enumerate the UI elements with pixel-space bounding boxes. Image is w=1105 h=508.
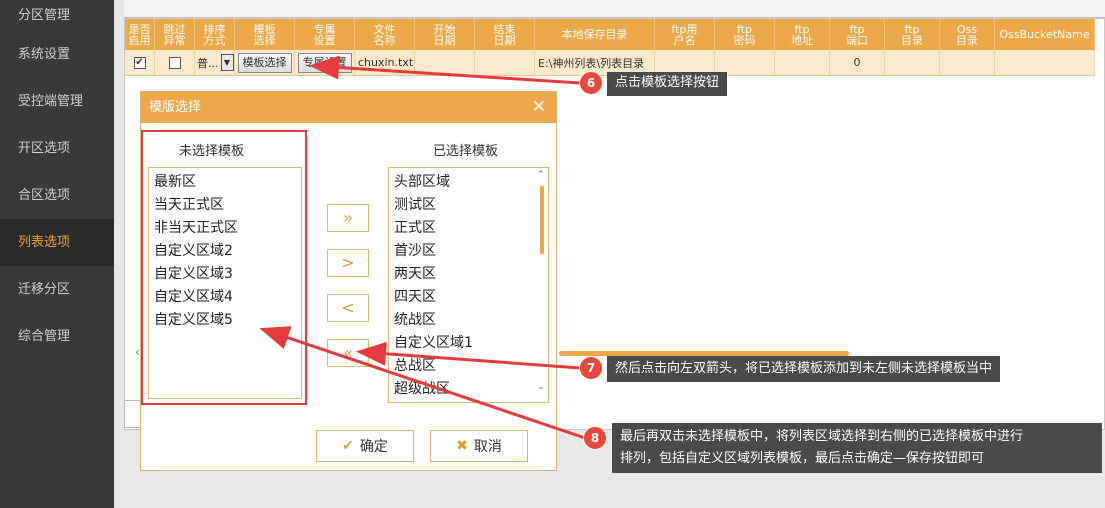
- sort-value: 普...: [197, 56, 219, 70]
- table-header: 是否 启用 跳过 异常 排序 方式 模板 选择 专属 设置 文件 名称 开始 日…: [125, 19, 1095, 50]
- selected-list-item[interactable]: 两天区: [389, 263, 548, 286]
- col-end-date: 结束 日期: [475, 19, 535, 50]
- selected-list-item[interactable]: 正式区: [389, 217, 548, 240]
- col-sort: 排序 方式: [195, 19, 235, 50]
- sidebar-item-partition[interactable]: 分区管理: [0, 0, 114, 31]
- col-ftp-port: ftp 端口: [830, 19, 885, 50]
- cancel-label: 取消: [473, 439, 502, 455]
- sidebar-item-open[interactable]: 开区选项: [0, 125, 114, 172]
- cell-start-date[interactable]: [415, 50, 475, 75]
- cell-sort: 普... ▼: [195, 50, 235, 75]
- col-skip: 跳过 异常: [155, 19, 195, 50]
- highlight-frame: [141, 130, 307, 405]
- col-ftp-user: ftp用 户名: [655, 19, 715, 50]
- col-ftp-password: ftp 密码: [715, 19, 775, 50]
- close-icon[interactable]: ✕: [532, 92, 546, 123]
- move-left-button[interactable]: <: [327, 294, 369, 322]
- exclusive-settings-button[interactable]: 专属设置: [297, 52, 352, 73]
- move-all-left-button[interactable]: «: [327, 339, 369, 367]
- sidebar-item-list[interactable]: 列表选项: [0, 219, 114, 266]
- cell-oss-dir[interactable]: [940, 50, 995, 75]
- sidebar-item-system[interactable]: 系统设置: [0, 31, 114, 78]
- col-start-date: 开始 日期: [415, 19, 475, 50]
- x-icon: ✖: [456, 438, 468, 454]
- callout-8-line2: 排列，包括自定义区域列表模板，最后点击确定—保存按钮即可: [620, 451, 985, 466]
- cell-filename[interactable]: chuxin.txt: [355, 50, 415, 75]
- selected-list-item[interactable]: 总战区: [389, 355, 548, 378]
- selected-title: 已选择模板: [433, 144, 499, 159]
- sidebar: 分区管理 系统设置 受控端管理 开区选项 合区选项 列表选项 迁移分区 综合管理: [0, 0, 114, 508]
- panel-top-bar: [124, 0, 1105, 18]
- step-badge-8: 8: [583, 426, 607, 450]
- selected-list-item[interactable]: 四天区: [389, 286, 548, 309]
- move-all-right-button[interactable]: »: [327, 204, 369, 232]
- sidebar-item-controlled[interactable]: 受控端管理: [0, 78, 114, 125]
- col-ftp-dir: ftp 目录: [885, 19, 940, 50]
- col-ftp-address: ftp 地址: [775, 19, 830, 50]
- col-exclusive: 专属 设置: [295, 19, 355, 50]
- col-filename: 文件 名称: [355, 19, 415, 50]
- enabled-checkbox[interactable]: ✔: [133, 56, 146, 69]
- cell-ftp-dir[interactable]: [885, 50, 940, 75]
- selected-list-item[interactable]: 超级战区: [389, 378, 548, 401]
- col-template: 模板 选择: [235, 19, 295, 50]
- cancel-button[interactable]: ✖ 取消: [430, 430, 528, 462]
- col-oss-bucket: OssBucketName: [995, 19, 1095, 50]
- sidebar-item-migrate[interactable]: 迁移分区: [0, 266, 114, 313]
- move-right-button[interactable]: >: [327, 249, 369, 277]
- scroll-down-icon[interactable]: ⌄: [537, 382, 545, 392]
- check-icon: ✔: [342, 438, 354, 454]
- callout-8: 最后再双击未选择模板中，将列表区域选择到右侧的已选择模板中进行 排列，包括自定义…: [612, 423, 1102, 473]
- cell-ftp-port[interactable]: 0: [830, 50, 885, 75]
- selected-list-item[interactable]: 首沙区: [389, 240, 548, 263]
- sort-select[interactable]: 普... ▼: [197, 54, 234, 71]
- vertical-scrollbar[interactable]: ⌃ ⌄: [537, 170, 546, 392]
- confirm-label: 确定: [359, 439, 388, 455]
- scroll-up-icon[interactable]: ⌃: [537, 170, 545, 180]
- selected-list-item[interactable]: 自定义区域1: [389, 332, 548, 355]
- col-enabled: 是否 启用: [125, 19, 155, 50]
- callout-7: 然后点击向左双箭头，将已选择模板添加到未左侧未选择模板当中: [607, 356, 1001, 382]
- step-badge-6: 6: [579, 71, 603, 95]
- cell-oss-bucket[interactable]: [995, 50, 1095, 75]
- col-save-dir: 本地保存目录: [535, 19, 655, 50]
- callout-6: 点击模板选择按钮: [607, 72, 728, 96]
- callout-8-line1: 最后再双击未选择模板中，将列表区域选择到右侧的已选择模板中进行: [620, 429, 1024, 444]
- cell-skip: [155, 50, 195, 75]
- sidebar-item-merge[interactable]: 合区选项: [0, 172, 114, 219]
- cell-exclusive: 专属设置: [295, 50, 355, 75]
- skip-checkbox[interactable]: [168, 56, 181, 69]
- cell-enabled: ✔: [125, 50, 155, 75]
- template-select-button[interactable]: 模板选择: [237, 52, 292, 73]
- dialog-title-bar: 模版选择 ✕: [141, 92, 556, 123]
- selected-list-item[interactable]: 统战区: [389, 309, 548, 332]
- selected-list[interactable]: 头部区域 测试区 正式区 首沙区 两天区 四天区 统战区 自定义区域1 总战区 超级战区 ⌃ ⌄: [388, 167, 549, 403]
- dialog-title: 模版选择: [149, 100, 202, 115]
- dropdown-arrow-icon[interactable]: ▼: [220, 54, 234, 71]
- sidebar-item-general[interactable]: 综合管理: [0, 313, 114, 360]
- cell-ftp-address[interactable]: [775, 50, 830, 75]
- confirm-button[interactable]: ✔ 确定: [316, 430, 414, 462]
- col-oss-dir: Oss 目录: [940, 19, 995, 50]
- cell-end-date[interactable]: [475, 50, 535, 75]
- selected-list-item[interactable]: 测试区: [389, 194, 548, 217]
- scrollbar-thumb[interactable]: [540, 186, 544, 254]
- cell-template: 模板选择: [235, 50, 295, 75]
- step-badge-7: 7: [579, 356, 603, 380]
- selected-list-item[interactable]: 头部区域: [389, 171, 548, 194]
